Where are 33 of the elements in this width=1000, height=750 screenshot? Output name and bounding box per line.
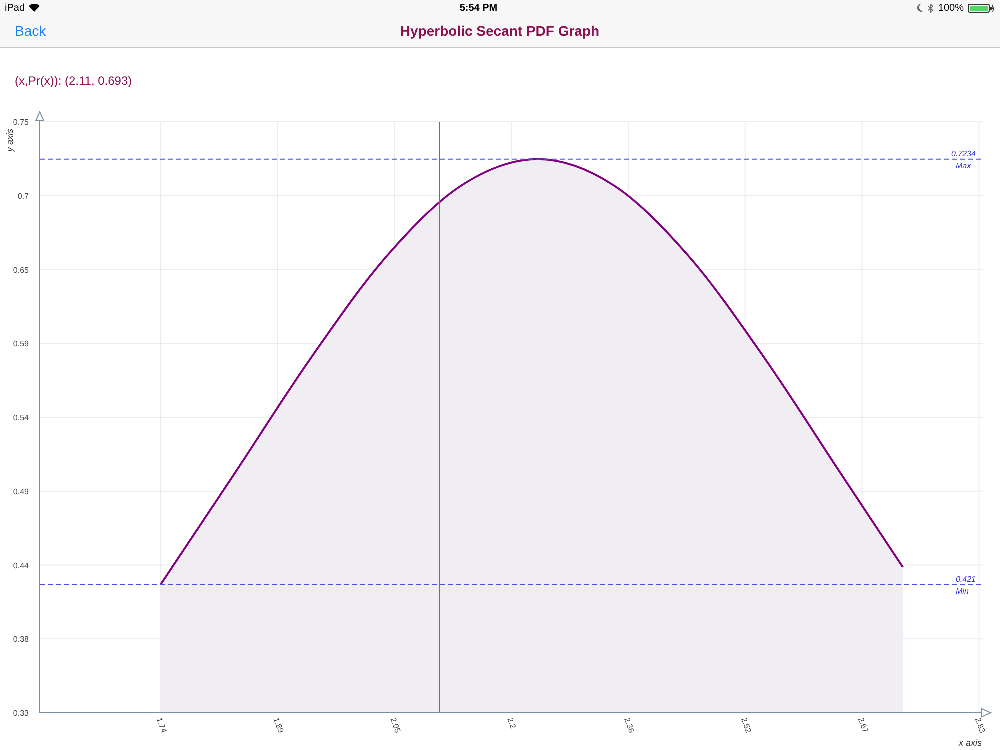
reference-value: 0.421 bbox=[956, 574, 976, 584]
x-tick-label: 1.74 bbox=[154, 716, 169, 734]
y-tick-label: 0.44 bbox=[13, 561, 29, 570]
x-tick-label: 1.89 bbox=[272, 716, 286, 734]
x-tick-label: 2.67 bbox=[856, 716, 870, 734]
wifi-icon bbox=[29, 4, 40, 12]
x-tick-label: 2.52 bbox=[739, 716, 754, 734]
y-tick-label: 0.49 bbox=[13, 487, 29, 496]
moon-icon bbox=[917, 4, 924, 12]
y-tick-label: 0.38 bbox=[13, 635, 29, 644]
status-time: 5:54 PM bbox=[460, 2, 498, 16]
battery-icon bbox=[968, 4, 995, 12]
readout-text: (x,Pr(x)): (2.11, 0.693) bbox=[15, 74, 132, 88]
x-axis-title: x axis bbox=[958, 738, 982, 748]
battery-percent: 100% bbox=[938, 2, 964, 16]
y-tick-label: 0.59 bbox=[13, 340, 29, 349]
back-button[interactable]: Back bbox=[15, 21, 46, 42]
reference-label: Max bbox=[956, 161, 972, 170]
x-tick-label: 2.2 bbox=[506, 716, 518, 730]
device-name: iPad bbox=[5, 2, 26, 16]
bluetooth-icon bbox=[928, 4, 934, 12]
reference-value: 0.7234 bbox=[952, 149, 976, 158]
y-tick-label: 0.65 bbox=[13, 266, 29, 275]
x-tick-label: 2.05 bbox=[388, 716, 402, 734]
nav-title: Hyperbolic Secant PDF Graph bbox=[400, 22, 600, 41]
y-tick-label: 0.54 bbox=[13, 414, 29, 422]
reference-label: Min bbox=[956, 586, 969, 596]
y-axis-title: y axis bbox=[5, 128, 15, 152]
y-tick-label: 0.75 bbox=[13, 118, 29, 127]
x-tick-label: 2.36 bbox=[622, 716, 636, 734]
y-tick-label: 0.7 bbox=[18, 192, 29, 201]
y-tick-label: 0.33 bbox=[13, 709, 29, 718]
x-tick-label: 2.83 bbox=[973, 716, 988, 734]
